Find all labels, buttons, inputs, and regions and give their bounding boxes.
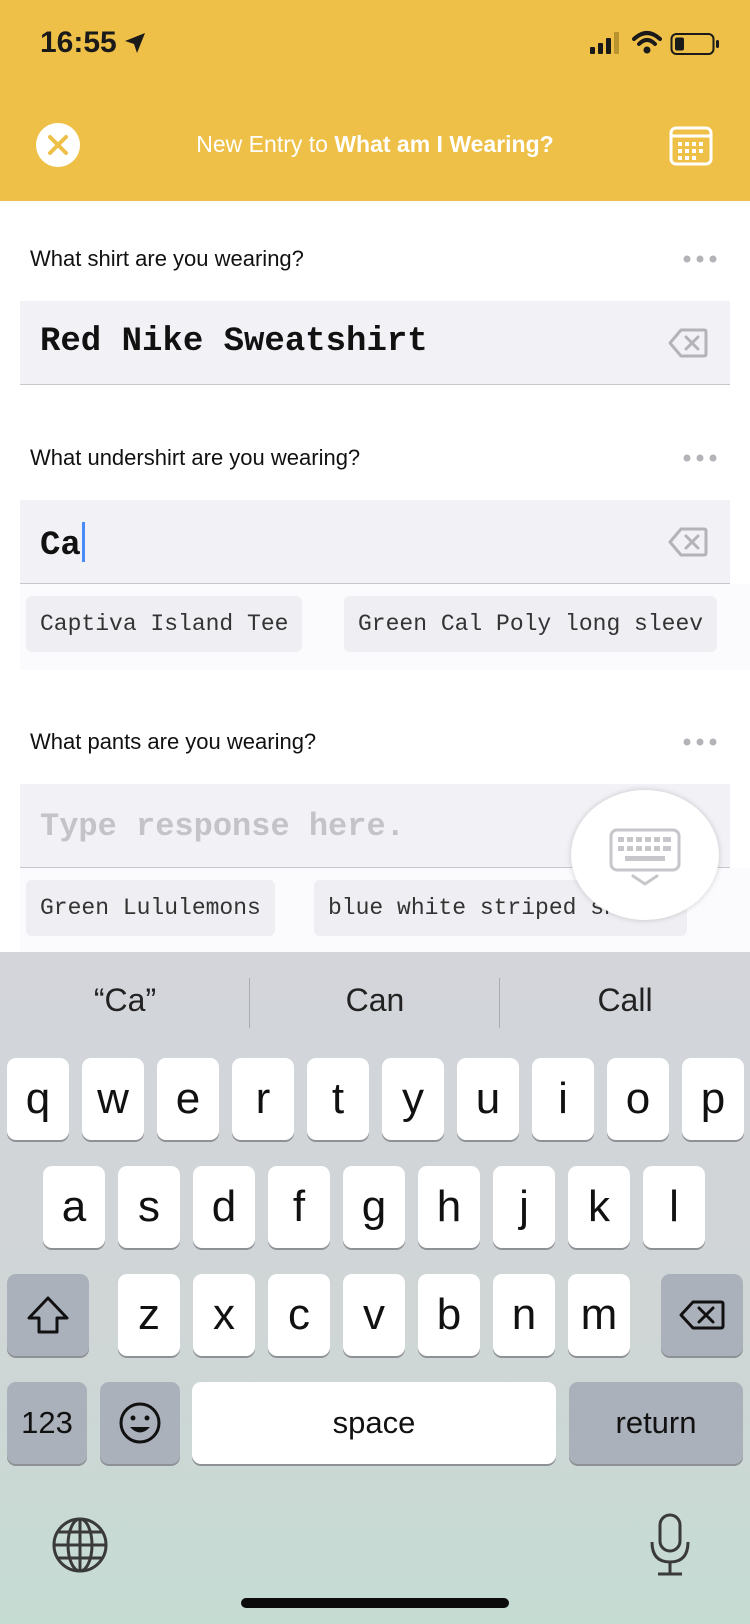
key-z[interactable]: z [118,1274,180,1356]
more-options-icon[interactable] [683,453,717,463]
return-key[interactable]: return [569,1382,743,1464]
prediction-1[interactable]: “Ca” [0,982,250,1019]
key-a[interactable]: a [43,1166,105,1248]
location-arrow-icon [125,33,145,53]
keyboard-hide-icon [609,828,681,886]
key-p[interactable]: p [682,1058,744,1140]
close-icon [48,135,68,155]
globe-icon[interactable] [50,1515,110,1575]
close-button[interactable] [36,123,80,167]
key-m[interactable]: m [568,1274,630,1356]
wifi-icon [632,31,662,54]
key-i[interactable]: i [532,1058,594,1140]
cellular-signal-icon [590,32,619,54]
key-r[interactable]: r [232,1058,294,1140]
key-k[interactable]: k [568,1166,630,1248]
key-d[interactable]: d [193,1166,255,1248]
battery-icon [670,33,719,55]
emoji-key[interactable] [100,1382,180,1464]
answer-text: Ca [40,522,85,565]
suggestion-chip[interactable]: Green Lululemons [26,880,275,936]
prediction-3[interactable]: Call [500,982,750,1019]
numbers-key[interactable]: 123 [7,1382,87,1464]
suggestion-chip[interactable]: Captiva Island Tee [26,596,303,652]
key-q[interactable]: q [7,1058,69,1140]
key-w[interactable]: w [82,1058,144,1140]
key-n[interactable]: n [493,1274,555,1356]
clear-text-icon[interactable] [668,526,708,558]
key-u[interactable]: u [457,1058,519,1140]
keyboard: “Ca” Can Call q w e r t y u i o p a s d … [0,952,750,1624]
placeholder-text: Type response here. [40,808,405,845]
backspace-icon [679,1300,725,1330]
space-key[interactable]: space [192,1382,556,1464]
key-g[interactable]: g [343,1166,405,1248]
answer-value: Ca [40,527,81,565]
more-options-icon[interactable] [683,254,717,264]
key-h[interactable]: h [418,1166,480,1248]
text-cursor [81,522,85,562]
status-time: 16:55 [40,26,117,59]
clear-text-icon[interactable] [668,327,708,359]
calendar-icon[interactable] [669,126,713,166]
suggestion-row: Captiva Island Tee Green Cal Poly long s… [20,584,750,670]
home-indicator [241,1598,509,1608]
key-t[interactable]: t [307,1058,369,1140]
keyboard-dismiss-button[interactable] [571,790,719,920]
page-title: New Entry to What am I Wearing? [100,131,650,158]
key-b[interactable]: b [418,1274,480,1356]
key-o[interactable]: o [607,1058,669,1140]
key-x[interactable]: x [193,1274,255,1356]
prediction-2[interactable]: Can [250,982,500,1019]
question-label-undershirt: What undershirt are you wearing? [30,445,361,470]
shift-icon [27,1296,69,1334]
microphone-icon[interactable] [648,1512,692,1578]
question-label-pants: What pants are you wearing? [30,729,317,754]
emoji-icon [119,1402,161,1444]
shift-key[interactable] [7,1274,89,1356]
key-j[interactable]: j [493,1166,555,1248]
answer-field-shirt[interactable]: Red Nike Sweatshirt [20,301,730,385]
key-l[interactable]: l [643,1166,705,1248]
key-y[interactable]: y [382,1058,444,1140]
more-options-icon[interactable] [683,737,717,747]
key-e[interactable]: e [157,1058,219,1140]
key-f[interactable]: f [268,1166,330,1248]
title-prefix: New Entry to [196,131,335,157]
journal-name: What am I Wearing? [334,131,554,157]
answer-field-undershirt[interactable]: Ca [20,500,730,584]
suggestion-chip[interactable]: Green Cal Poly long sleev [344,596,718,652]
key-c[interactable]: c [268,1274,330,1356]
delete-key[interactable] [661,1274,743,1356]
key-v[interactable]: v [343,1274,405,1356]
header-bar: 16:55 New Entry to What am I Wearing? [0,0,750,201]
question-label-shirt: What shirt are you wearing? [30,246,304,271]
answer-text: Red Nike Sweatshirt [40,323,428,361]
key-s[interactable]: s [118,1166,180,1248]
